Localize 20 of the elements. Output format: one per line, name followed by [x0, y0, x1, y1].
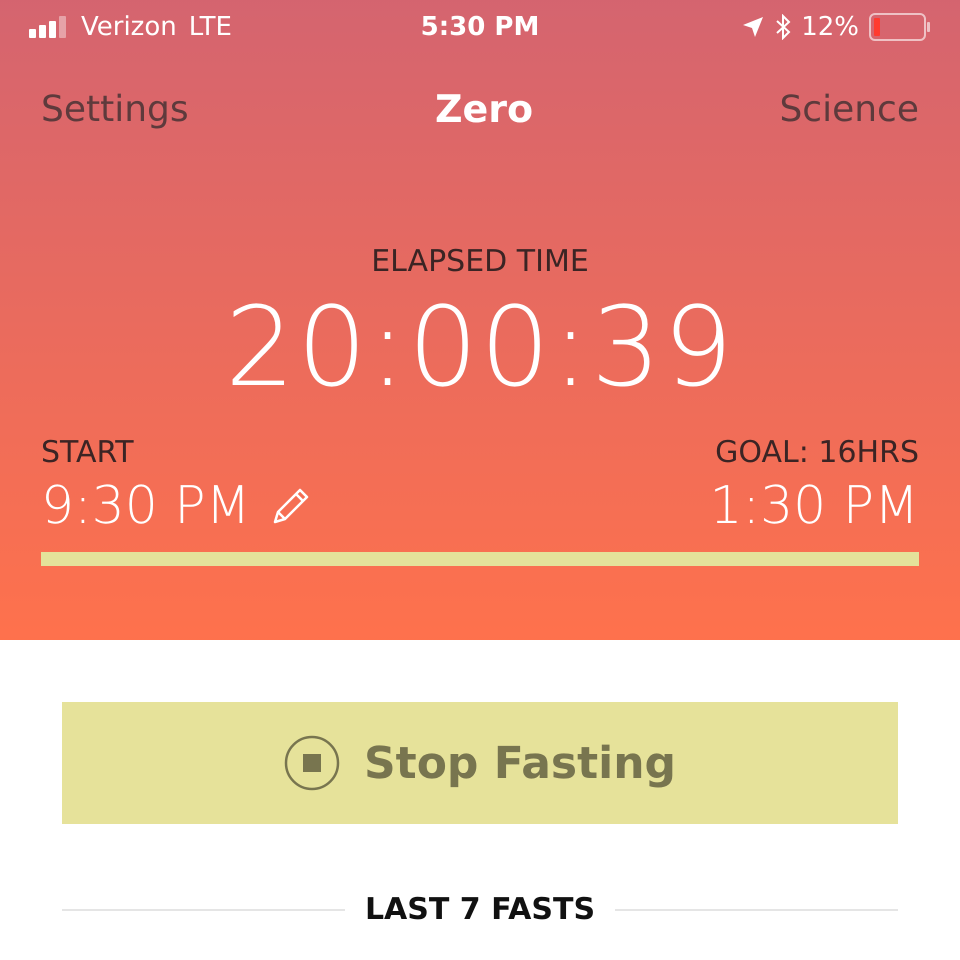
bluetooth-icon: [775, 14, 792, 40]
app-title: Zero: [434, 87, 534, 131]
carrier-name: Verizon: [81, 12, 177, 42]
section-heading: LAST 7 FASTS: [364, 892, 596, 927]
elapsed-label: ELAPSED TIME: [371, 244, 589, 279]
clock-time: 5:30 PM: [420, 12, 540, 42]
battery-icon: [869, 13, 932, 41]
goal-label: GOAL: 16HRS: [715, 435, 919, 470]
science-link[interactable]: Science: [779, 88, 919, 130]
elapsed-timer: 20:00:39: [224, 283, 736, 411]
goal-time: 1:30 PM: [709, 476, 919, 536]
start-label: START: [41, 435, 135, 470]
signal-icon: [29, 16, 69, 38]
stop-icon: [284, 735, 340, 791]
start-time: 9:30 PM: [41, 476, 251, 536]
network-type: LTE: [188, 12, 232, 42]
location-icon: [741, 15, 766, 39]
settings-link[interactable]: Settings: [41, 88, 189, 130]
stop-fasting-button[interactable]: Stop Fasting: [62, 702, 898, 824]
battery-percentage: 12%: [801, 12, 860, 42]
